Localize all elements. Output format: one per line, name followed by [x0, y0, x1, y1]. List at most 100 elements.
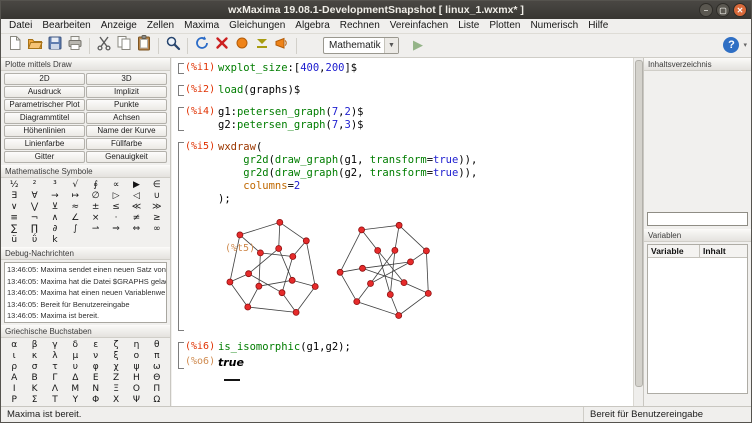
greek-letter-button[interactable]: δ [65, 340, 85, 351]
close-button[interactable]: ✕ [733, 3, 747, 17]
greek-letter-button[interactable]: Ξ [106, 384, 126, 395]
greek-letter-button[interactable]: ο [126, 351, 146, 362]
print-button[interactable] [65, 36, 85, 56]
symbol-button[interactable]: ∫ [65, 224, 85, 235]
symbol-button[interactable]: ¬ [24, 213, 44, 224]
symbol-button[interactable]: ⇒ [106, 224, 126, 235]
symbol-button[interactable]: ∀ [24, 191, 44, 202]
code-line[interactable]: is_isomorphic(g1,g2); [218, 341, 633, 354]
greek-letter-button[interactable]: ε [86, 340, 106, 351]
menu-item-bearbeiten[interactable]: Bearbeiten [37, 19, 95, 33]
symbol-button[interactable]: ∅ [86, 191, 106, 202]
greek-letter-button[interactable]: Β [24, 373, 44, 384]
symbol-button[interactable]: ≈ [65, 202, 85, 213]
symbol-button[interactable]: ∈ [147, 180, 167, 191]
debug-pane-header[interactable]: Debug-Nachrichten [1, 247, 170, 260]
greek-letter-button[interactable]: Ψ [126, 395, 146, 406]
find-button[interactable] [163, 36, 183, 56]
greek-letter-button[interactable]: φ [86, 362, 106, 373]
greek-letter-button[interactable]: υ [65, 362, 85, 373]
symbol-button[interactable]: × [86, 213, 106, 224]
symbol-button[interactable]: ½ [4, 180, 24, 191]
greek-letter-button[interactable]: κ [24, 351, 44, 362]
draw-button-parametrischer-plot[interactable]: Parametrischer Plot [4, 99, 85, 111]
scrollbar-thumb[interactable] [635, 60, 643, 387]
greek-letter-button[interactable]: τ [45, 362, 65, 373]
symbol-button[interactable]: ∝ [106, 180, 126, 191]
draw-button-linienfarbe[interactable]: Linienfarbe [4, 138, 85, 150]
symbol-button[interactable]: ³ [45, 180, 65, 191]
menu-item-algebra[interactable]: Algebra [290, 19, 334, 33]
greek-letter-button[interactable]: ξ [106, 351, 126, 362]
worksheet-area[interactable]: (%i1)wxplot_size:[400,200]$(%i2)load(gra… [172, 58, 644, 406]
symbol-button[interactable]: ∪ [147, 191, 167, 202]
greek-letter-button[interactable]: Χ [106, 395, 126, 406]
toc-pane-body[interactable] [644, 71, 751, 229]
code-line[interactable]: ); [218, 193, 633, 206]
symbol-button[interactable]: ≤ [106, 202, 126, 213]
greek-letter-button[interactable]: γ [45, 340, 65, 351]
symbols-pane-header[interactable]: Mathematische Symbole [1, 165, 170, 178]
symbol-button[interactable]: ◁ [126, 191, 146, 202]
paste-button[interactable] [134, 36, 154, 56]
draw-button-2d[interactable]: 2D [4, 73, 85, 85]
greek-letter-button[interactable]: Μ [65, 384, 85, 395]
greek-letter-button[interactable]: Ω [147, 395, 167, 406]
code-line[interactable]: columns=2 [218, 180, 633, 193]
draw-button-diagrammtitel[interactable]: Diagrammtitel [4, 112, 85, 124]
follow-evaluation-button[interactable] [232, 36, 252, 56]
greek-letter-button[interactable]: β [24, 340, 44, 351]
greek-letter-button[interactable]: λ [45, 351, 65, 362]
symbol-button[interactable]: ⇀ [86, 224, 106, 235]
symbol-button[interactable]: ≪ [126, 202, 146, 213]
menu-item-zellen[interactable]: Zellen [142, 19, 179, 33]
chevron-down-icon[interactable]: ▼ [384, 38, 398, 53]
menu-item-anzeige[interactable]: Anzeige [96, 19, 142, 33]
code-line[interactable]: wxdraw( [218, 141, 633, 154]
greek-letter-button[interactable]: Π [147, 384, 167, 395]
code-line[interactable]: gr2d(draw_graph(g1, transform=true)), [218, 154, 633, 167]
minimize-button[interactable]: – [699, 3, 713, 17]
symbol-button[interactable]: √ [65, 180, 85, 191]
code-line[interactable]: g2:petersen_graph(7,3)$ [218, 119, 633, 132]
scroll-to-bottom-button[interactable] [252, 36, 272, 56]
symbol-button[interactable]: ⋁ [24, 202, 44, 213]
symbol-button[interactable]: ∂ [45, 224, 65, 235]
symbol-button[interactable]: ∮ [86, 180, 106, 191]
symbol-button[interactable]: ∑ [4, 224, 24, 235]
greek-letter-button[interactable]: Υ [65, 395, 85, 406]
toolbar-overflow-icon[interactable]: ▾ [743, 41, 747, 49]
greek-letter-button[interactable]: ω [147, 362, 167, 373]
variables-pane-header[interactable]: Variablen [644, 229, 751, 242]
symbol-button[interactable]: ± [86, 202, 106, 213]
menu-item-numerisch[interactable]: Numerisch [525, 19, 583, 33]
menu-item-maxima[interactable]: Maxima [179, 19, 224, 33]
greek-letter-button[interactable]: η [126, 340, 146, 351]
symbol-button[interactable]: ∨ [4, 202, 24, 213]
symbol-button[interactable]: ∏ [24, 224, 44, 235]
draw-button-gitter[interactable]: Gitter [4, 151, 85, 163]
worksheet-cell[interactable]: (%i6)is_isomorphic(g1,g2);(%o6)true [178, 341, 633, 370]
draw-button-implizit[interactable]: Implizit [86, 86, 167, 98]
worksheet-cell[interactable]: (%i1)wxplot_size:[400,200]$ [178, 62, 633, 75]
worksheet-cell[interactable]: (%i4)g1:petersen_graph(7,2)$g2:petersen_… [178, 106, 633, 132]
greek-letter-button[interactable]: Ο [126, 384, 146, 395]
draw-button-ausdruck[interactable]: Ausdruck [4, 86, 85, 98]
worksheet-document[interactable]: (%i1)wxplot_size:[400,200]$(%i2)load(gra… [172, 58, 633, 406]
symbol-button[interactable]: ∃ [4, 191, 24, 202]
evaluate-play-button[interactable]: ▶ [413, 38, 423, 53]
greek-letter-button[interactable]: Α [4, 373, 24, 384]
greek-letter-button[interactable]: ψ [126, 362, 146, 373]
menu-item-rechnen[interactable]: Rechnen [335, 19, 385, 33]
help-icon[interactable]: ? [723, 37, 739, 53]
draw-pane-header[interactable]: Plotte mittels Draw [1, 58, 170, 71]
menu-item-plotten[interactable]: Plotten [484, 19, 525, 33]
greek-letter-button[interactable]: Λ [45, 384, 65, 395]
menu-item-hilfe[interactable]: Hilfe [583, 19, 613, 33]
cell-cursor[interactable] [224, 379, 240, 381]
cell-bracket[interactable] [178, 85, 184, 96]
greek-letter-button[interactable]: σ [24, 362, 44, 373]
draw-button-name-der-kurve[interactable]: Name der Kurve [86, 125, 167, 137]
code-line[interactable]: g1:petersen_graph(7,2)$ [218, 106, 633, 119]
greek-letter-button[interactable]: ρ [4, 362, 24, 373]
